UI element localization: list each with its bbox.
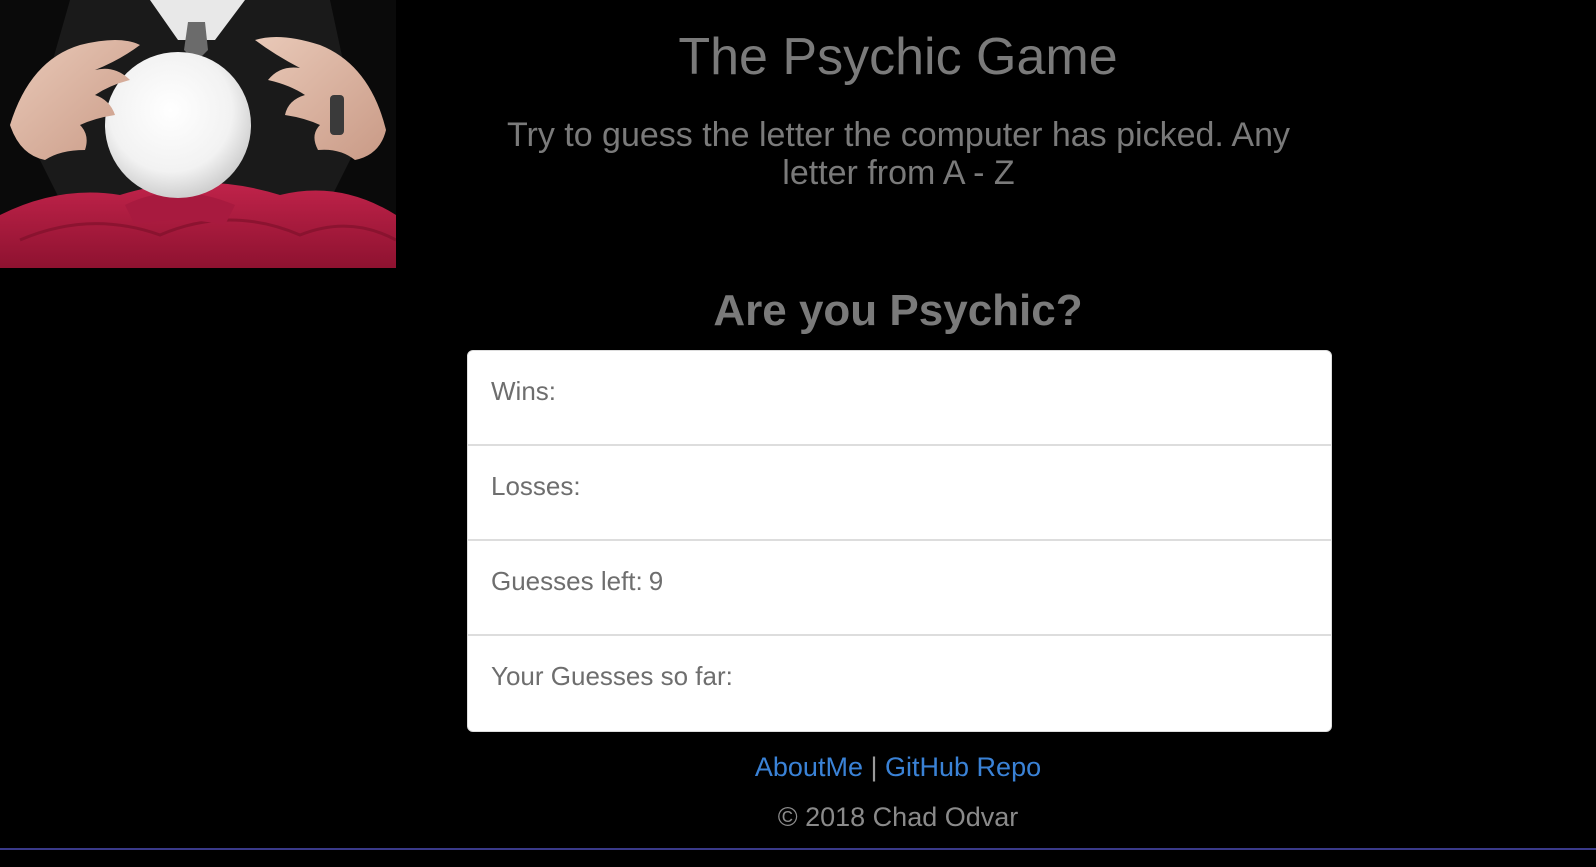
github-repo-link[interactable]: GitHub Repo: [885, 752, 1041, 782]
guesses-left-value: 9: [648, 566, 664, 596]
guesses-left-label: Guesses left:: [491, 566, 643, 596]
guesses-so-far-label: Your Guesses so far:: [491, 661, 733, 691]
losses-row: Losses:: [468, 446, 1331, 541]
copyright-text: © 2018 Chad Odvar: [777, 802, 1019, 832]
footer-separator: |: [870, 752, 878, 782]
guesses-left-row: Guesses left: 9: [468, 541, 1331, 636]
game-question: Are you Psychic?: [713, 286, 1083, 335]
bottom-strip: [0, 848, 1596, 867]
footer-links: AboutMe | GitHub Repo: [396, 750, 1400, 784]
page-title: The Psychic Game: [678, 28, 1118, 86]
losses-label: Losses:: [491, 471, 581, 501]
wins-label: Wins:: [491, 376, 556, 406]
crystal-ball-image: [0, 0, 396, 268]
stats-panel: Wins: Losses: Guesses left: 9 Your Guesse…: [467, 350, 1332, 732]
about-me-link[interactable]: AboutMe: [755, 752, 863, 782]
game-instructions: Try to guess the letter the computer has…: [506, 116, 1291, 192]
wins-row: Wins:: [468, 351, 1331, 446]
page: The Psychic Game Try to guess the letter…: [0, 0, 1596, 867]
guesses-so-far-row: Your Guesses so far:: [468, 636, 1331, 731]
